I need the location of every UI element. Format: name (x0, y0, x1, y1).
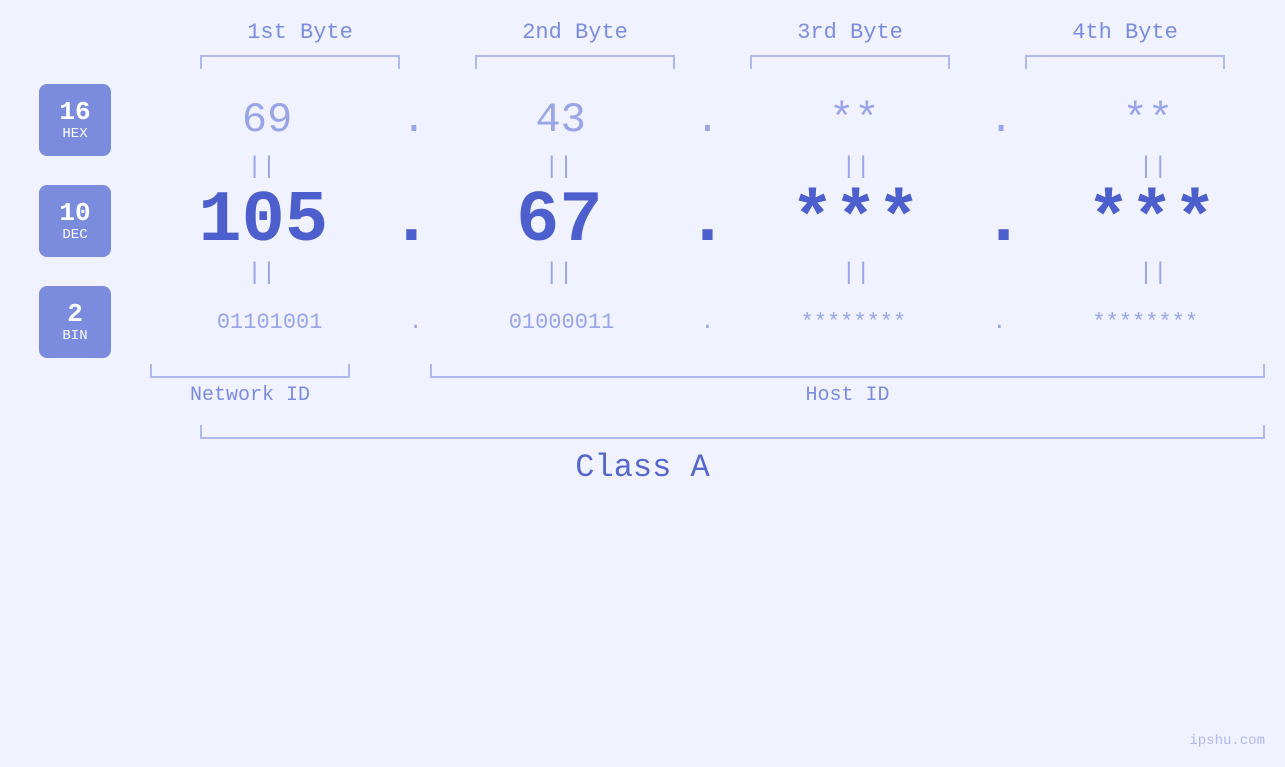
bin-byte2: 01000011 (462, 310, 662, 335)
id-labels-spacer (0, 384, 150, 407)
bracket-top-1 (200, 55, 400, 69)
bin-dot2: . (701, 310, 714, 335)
dec-byte3: *** (756, 180, 956, 262)
eq1-b4: || (1053, 156, 1253, 180)
bracket-top-3 (750, 55, 950, 69)
dec-byte2: 67 (459, 180, 659, 262)
dec-byte1: 105 (163, 180, 363, 262)
bin-badge: 2 BIN (39, 286, 111, 358)
bin-byte4: ******** (1045, 310, 1245, 335)
host-id-label: Host ID (430, 384, 1265, 407)
bin-b3-value: ******** (801, 310, 907, 335)
bottom-brackets-container (150, 364, 1285, 378)
hex-b3-value: ** (829, 96, 879, 144)
bottom-bracket-row (0, 364, 1285, 378)
bin-row-wrapper: 2 BIN 01101001 . 01000011 . ******** . *… (0, 286, 1285, 358)
hex-row-wrapper: 16 HEX 69 . 43 . ** . ** (0, 84, 1285, 156)
id-labels-row: Network ID Host ID (0, 384, 1285, 407)
dec-b1-value: 105 (198, 180, 328, 262)
hex-label: HEX (62, 126, 87, 142)
bin-b2-value: 01000011 (509, 310, 615, 335)
eq1-b2: || (459, 156, 659, 180)
byte3-header: 3rd Byte (725, 20, 975, 45)
network-bracket (150, 364, 350, 378)
dec-values-col: 105 . 67 . *** . *** (150, 180, 1285, 262)
bottom-bracket-spacer (0, 364, 150, 378)
hex-badge: 16 HEX (39, 84, 111, 156)
top-brackets (163, 55, 1263, 69)
eq2-b2: || (459, 262, 659, 286)
class-label: Class A (0, 449, 1285, 486)
bin-b1-value: 01101001 (217, 310, 323, 335)
bin-b4-value: ******** (1092, 310, 1198, 335)
dec-label: DEC (62, 227, 87, 243)
byte4-header: 4th Byte (1000, 20, 1250, 45)
dec-badge-col: 10 DEC (0, 185, 150, 257)
dec-number: 10 (59, 199, 90, 228)
dec-dot2: . (686, 180, 729, 262)
id-labels-container: Network ID Host ID (150, 384, 1285, 407)
eq2-b3: || (756, 262, 956, 286)
equals-row-2: || || || || (0, 262, 1285, 286)
network-id-label: Network ID (150, 384, 350, 407)
bin-values-col: 01101001 . 01000011 . ******** . *******… (150, 310, 1285, 335)
watermark: ipshu.com (1189, 733, 1265, 749)
hex-byte2: 43 (461, 96, 661, 144)
id-labels-gap (350, 384, 430, 407)
bin-number: 2 (67, 300, 83, 329)
dec-dot1: . (390, 180, 433, 262)
equals-values-2: || || || || (150, 262, 1285, 286)
equals-values-1: || || || || (150, 156, 1285, 180)
main-container: 1st Byte 2nd Byte 3rd Byte 4th Byte 16 H… (0, 0, 1285, 767)
equals-row-1: || || || || (0, 156, 1285, 180)
equals-spacer-1 (0, 156, 150, 180)
bin-badge-col: 2 BIN (0, 286, 150, 358)
bin-dot1: . (409, 310, 422, 335)
bin-dot3: . (993, 310, 1006, 335)
hex-dot2: . (695, 96, 720, 144)
dec-b4-value: *** (1087, 180, 1217, 262)
dec-dot3: . (982, 180, 1025, 262)
bracket-top-4 (1025, 55, 1225, 69)
hex-dot1: . (401, 96, 426, 144)
full-bottom-bracket (200, 425, 1265, 439)
eq2-b4: || (1053, 262, 1253, 286)
dec-byte4: *** (1052, 180, 1252, 262)
dec-row-wrapper: 10 DEC 105 . 67 . *** . *** (0, 180, 1285, 262)
bin-label: BIN (62, 328, 87, 344)
hex-byte1: 69 (167, 96, 367, 144)
bracket-gap1 (350, 364, 430, 378)
hex-number: 16 (59, 98, 90, 127)
hex-byte4: ** (1048, 96, 1248, 144)
bin-byte1: 01101001 (170, 310, 370, 335)
bin-byte3: ******** (753, 310, 953, 335)
eq2-b1: || (162, 262, 362, 286)
full-bracket-row (0, 425, 1285, 439)
hex-values-col: 69 . 43 . ** . ** (150, 96, 1285, 144)
hex-byte3: ** (754, 96, 954, 144)
eq1-b1: || (162, 156, 362, 180)
hex-b4-value: ** (1123, 96, 1173, 144)
host-bracket (430, 364, 1265, 378)
hex-b2-value: 43 (535, 96, 585, 144)
byte-headers: 1st Byte 2nd Byte 3rd Byte 4th Byte (163, 20, 1263, 45)
equals-spacer-2 (0, 262, 150, 286)
dec-badge: 10 DEC (39, 185, 111, 257)
hex-b1-value: 69 (242, 96, 292, 144)
hex-badge-col: 16 HEX (0, 84, 150, 156)
dec-b3-value: *** (791, 180, 921, 262)
byte2-header: 2nd Byte (450, 20, 700, 45)
dec-b2-value: 67 (516, 180, 602, 262)
full-bracket-left-spacer (0, 425, 200, 439)
eq1-b3: || (756, 156, 956, 180)
byte1-header: 1st Byte (175, 20, 425, 45)
bracket-top-2 (475, 55, 675, 69)
hex-dot3: . (988, 96, 1013, 144)
